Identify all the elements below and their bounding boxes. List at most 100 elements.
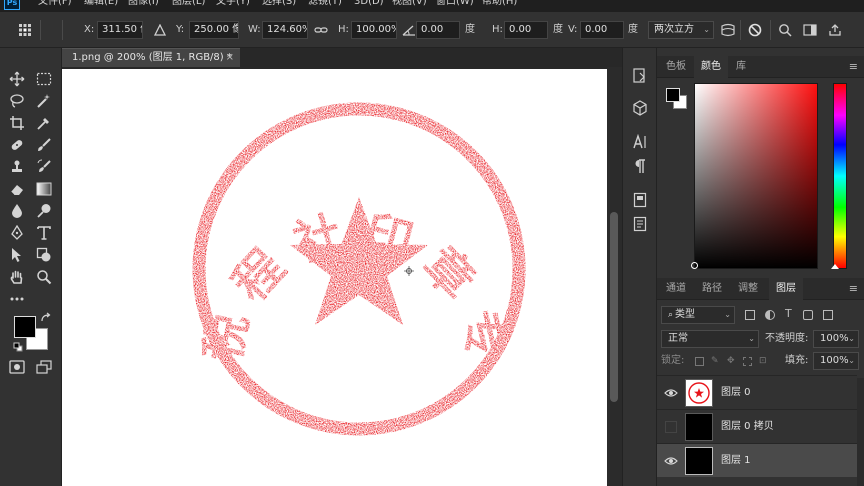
tab-paths[interactable]: 路径 xyxy=(695,278,729,300)
link-icon[interactable] xyxy=(312,21,330,39)
panel-menu-icon[interactable]: ≡ xyxy=(849,278,858,300)
transform-reference-icon[interactable] xyxy=(16,21,34,39)
path-selection-icon[interactable] xyxy=(5,244,29,266)
filter-type-icon[interactable]: T xyxy=(785,307,792,320)
layer-row-selected[interactable]: 图层 1 xyxy=(657,443,857,477)
layer-name[interactable]: 图层 0 拷贝 xyxy=(721,410,774,444)
transform-center-icon[interactable] xyxy=(404,266,414,276)
magic-wand-icon[interactable] xyxy=(32,90,56,112)
lock-position-icon[interactable]: ✥ xyxy=(727,356,735,366)
close-icon[interactable]: × xyxy=(226,49,234,67)
hand-icon[interactable] xyxy=(5,266,29,288)
menu-3d[interactable]: 3D(D) xyxy=(354,0,384,8)
filter-adjustment-icon[interactable] xyxy=(765,310,775,320)
menu-view[interactable]: 视图(V) xyxy=(392,0,427,8)
layers-scrollbar[interactable] xyxy=(857,378,864,486)
dodge-icon[interactable] xyxy=(32,200,56,222)
history-brush-icon[interactable] xyxy=(32,156,56,178)
blur-icon[interactable] xyxy=(5,200,29,222)
filter-shape-icon[interactable] xyxy=(803,310,813,320)
eyedropper-icon[interactable] xyxy=(32,112,56,134)
tab-adjustments[interactable]: 调整 xyxy=(731,278,765,300)
relative-position-icon[interactable] xyxy=(151,21,169,39)
angle-input[interactable]: 0.00 xyxy=(416,21,460,39)
pen-icon[interactable] xyxy=(5,222,29,244)
cancel-transform-icon[interactable] xyxy=(746,21,764,39)
lasso-icon[interactable] xyxy=(5,90,29,112)
workspace-icon[interactable] xyxy=(801,21,819,39)
warp-icon[interactable] xyxy=(719,21,737,39)
visibility-off-icon[interactable] xyxy=(665,421,677,433)
lock-brush-icon[interactable]: ✎ xyxy=(711,356,719,366)
color-picker-handle[interactable] xyxy=(691,262,698,269)
swap-colors-icon[interactable] xyxy=(40,312,52,324)
brush-icon[interactable] xyxy=(32,134,56,156)
menu-file[interactable]: 文件(F) xyxy=(38,0,72,8)
move-icon[interactable] xyxy=(5,68,29,90)
skew-v-input[interactable]: 0.00 xyxy=(580,21,624,39)
eraser-icon[interactable] xyxy=(5,178,29,200)
menu-edit[interactable]: 编辑(E) xyxy=(84,0,118,8)
3d-panel-icon[interactable] xyxy=(630,98,650,118)
filter-pixel-icon[interactable] xyxy=(745,310,755,320)
fill-input[interactable]: 100% ⌄ xyxy=(813,352,859,370)
menu-select[interactable]: 选择(S) xyxy=(262,0,296,8)
filter-smart-object-icon[interactable] xyxy=(823,310,833,320)
lock-transparency-icon[interactable] xyxy=(695,357,704,366)
blend-mode-dropdown[interactable]: 正常 ⌄ xyxy=(661,330,759,348)
panel-menu-icon[interactable]: ≡ xyxy=(849,56,858,78)
marquee-icon[interactable] xyxy=(32,68,56,90)
quick-mask-icon[interactable] xyxy=(5,356,29,378)
shape-icon[interactable] xyxy=(32,244,56,266)
history-panel-icon[interactable] xyxy=(630,66,650,86)
tab-color[interactable]: 颜色 xyxy=(694,56,728,78)
tab-swatches[interactable]: 色板 xyxy=(659,56,693,78)
gradient-icon[interactable] xyxy=(32,178,56,200)
panel-foreground-color-swatch[interactable] xyxy=(666,88,680,102)
layer-name[interactable]: 图层 0 xyxy=(721,376,751,410)
layer-name[interactable]: 图层 1 xyxy=(721,444,751,478)
interpolation-dropdown[interactable]: 两次立方 ⌄ xyxy=(648,21,714,39)
more-tools-icon[interactable] xyxy=(5,288,29,310)
menu-layer[interactable]: 图层(L) xyxy=(172,0,205,8)
glyphs-panel-icon[interactable] xyxy=(630,190,650,210)
type-icon[interactable] xyxy=(32,222,56,244)
hue-slider[interactable] xyxy=(831,83,847,269)
character-panel-icon[interactable] xyxy=(630,132,650,152)
menu-help[interactable]: 帮助(H) xyxy=(482,0,517,8)
notes-panel-icon[interactable] xyxy=(630,214,650,234)
lock-artboard-icon[interactable] xyxy=(743,357,752,366)
scrollbar-thumb[interactable] xyxy=(610,212,618,402)
healing-brush-icon[interactable] xyxy=(5,134,29,156)
crop-icon[interactable] xyxy=(5,112,29,134)
color-field[interactable] xyxy=(691,83,818,269)
menu-window[interactable]: 窗口(W) xyxy=(436,0,474,8)
zoom-icon[interactable] xyxy=(32,266,56,288)
tab-layers[interactable]: 图层 xyxy=(769,278,803,300)
tab-channels[interactable]: 通道 xyxy=(659,278,693,300)
hue-slider-handle[interactable] xyxy=(831,264,839,269)
lock-all-icon[interactable]: ⊡ xyxy=(759,356,767,366)
layer-row[interactable]: 图层 0 拷贝 xyxy=(657,409,857,443)
clone-stamp-icon[interactable] xyxy=(5,156,29,178)
tab-libraries[interactable]: 库 xyxy=(729,56,753,78)
canvas-area[interactable]: 税程社印章专用 xyxy=(38,25,622,486)
layer-row[interactable]: 图层 0 xyxy=(657,375,857,409)
document-tab[interactable]: 1.png @ 200% (图层 1, RGB/8) * × xyxy=(62,48,240,67)
opacity-input[interactable]: 100% ⌄ xyxy=(813,330,859,348)
x-input[interactable]: 311.50 像素 xyxy=(97,21,143,39)
document-canvas[interactable]: 税程社印章专用 xyxy=(38,25,608,486)
visibility-eye-icon[interactable] xyxy=(663,385,679,401)
menu-image[interactable]: 图像(I) xyxy=(128,0,159,8)
screen-mode-icon[interactable] xyxy=(32,356,56,378)
paragraph-panel-icon[interactable] xyxy=(630,156,650,176)
menu-type[interactable]: 文字(Y) xyxy=(216,0,250,8)
search-icon[interactable] xyxy=(776,21,794,39)
foreground-color-swatch[interactable] xyxy=(14,316,36,338)
y-input[interactable]: 250.00 像素 xyxy=(189,21,239,39)
share-icon[interactable] xyxy=(826,21,844,39)
layer-filter-dropdown[interactable]: ⌕ 类型 ⌄ xyxy=(661,306,735,324)
canvas-vertical-scrollbar[interactable] xyxy=(607,67,622,486)
menu-filter[interactable]: 滤镜(T) xyxy=(308,0,342,8)
default-colors-icon[interactable] xyxy=(13,342,23,352)
